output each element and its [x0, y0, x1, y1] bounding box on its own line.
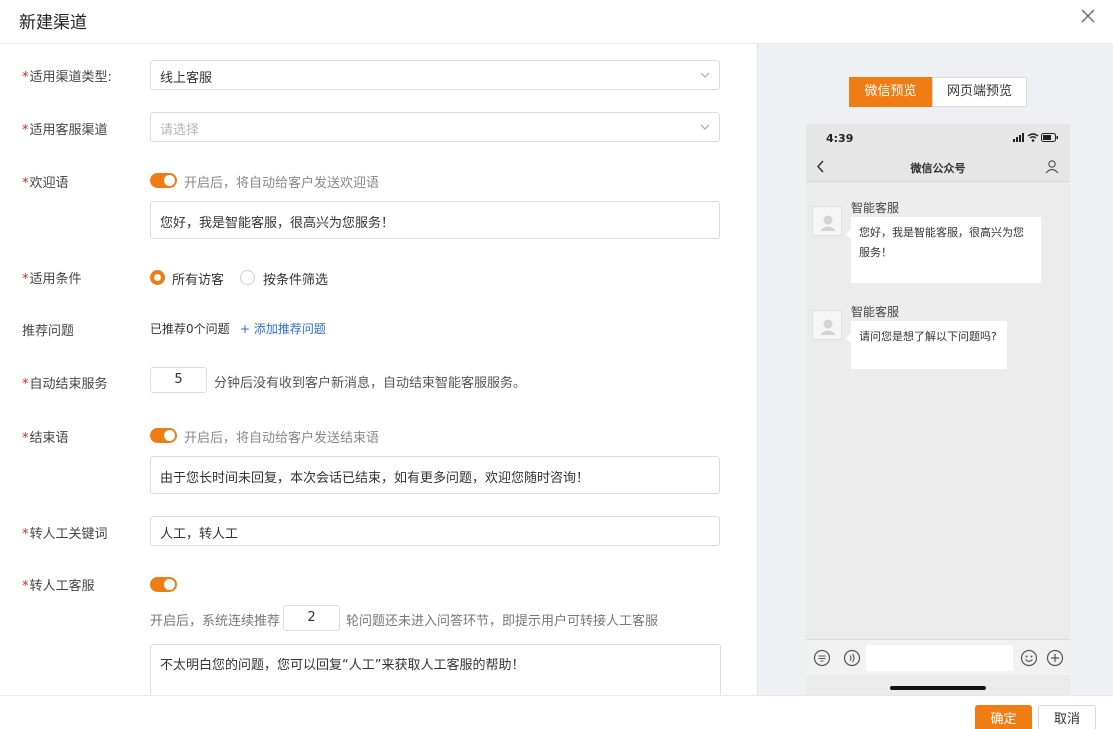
confirm-button[interactable]: 确定: [975, 705, 1032, 729]
person-icon[interactable]: [1045, 159, 1059, 174]
recommend-label: 推荐问题: [22, 324, 75, 339]
phone-nav-bar: 微信公众号: [806, 152, 1070, 182]
auto-end-minutes-input[interactable]: 5: [150, 367, 207, 393]
cancel-button[interactable]: 取消: [1038, 705, 1096, 729]
phone-time: 4:39: [826, 132, 854, 145]
welcome-value: 您好，我是智能客服，很高兴为您服务！: [160, 216, 395, 231]
transfer-agent-prefix: 开启后，系统连续推荐: [150, 614, 281, 629]
phone-mockup: 4:39 微信公众号 智能客服 您好，我是智能客服，很高兴为您 服务！ 智能客服…: [806, 124, 1070, 695]
message-sender: 智能客服: [851, 305, 900, 319]
menu-icon[interactable]: [813, 649, 831, 667]
phone-input-bar: [806, 639, 1070, 675]
dialog-footer: 确定 取消: [0, 695, 1113, 729]
transfer-agent-suffix: 轮问题还未进入问答环节，即提示用户可转接人工客服: [346, 614, 659, 629]
phone-status-bar: 4:39: [806, 124, 1070, 152]
bot-avatar: [812, 206, 842, 236]
service-channel-placeholder: 请选择: [160, 123, 200, 138]
welcome-toggle[interactable]: [150, 173, 177, 188]
transfer-agent-label: *转人工客服: [22, 579, 95, 594]
robot-avatar-icon: [820, 215, 836, 231]
transfer-agent-toggle[interactable]: [150, 577, 177, 592]
closing-input[interactable]: 由于您长时间未回复，本次会话已结束，如有更多问题，欢迎您随时咨询！: [150, 456, 720, 494]
tab-web-preview[interactable]: 网页端预览: [932, 77, 1027, 107]
transfer-message-value: 不太明白您的问题，您可以回复“人工”来获取人工客服的帮助！: [160, 658, 525, 673]
transfer-rounds-input[interactable]: 2: [283, 605, 340, 631]
chevron-down-icon: [700, 124, 710, 130]
auto-end-suffix: 分钟后没有收到客户新消息，自动结束智能客服服务。: [214, 376, 527, 391]
service-channel-label: *适用客服渠道: [22, 123, 108, 138]
channel-type-select[interactable]: 线上客服: [150, 60, 720, 90]
channel-type-label: *适用渠道类型:: [22, 70, 112, 85]
auto-end-label: *自动结束服务: [22, 377, 108, 392]
home-indicator: [890, 686, 986, 690]
welcome-hint: 开启后，将自动给客户发送欢迎语: [184, 176, 380, 191]
closing-value: 由于您长时间未回复，本次会话已结束，如有更多问题，欢迎您随时咨询！: [160, 471, 590, 486]
radio-all-visitors[interactable]: [150, 270, 165, 285]
chevron-down-icon: [700, 72, 710, 78]
signal-icon: [1013, 133, 1024, 142]
service-channel-select[interactable]: 请选择: [150, 112, 720, 142]
condition-label: *适用条件: [22, 272, 82, 287]
radio-all-visitors-label: 所有访客: [172, 273, 225, 288]
preview-panel: 微信预览 网页端预览 4:39 微信公众号 智能客服 您好，我是智能客服，很高兴…: [757, 44, 1113, 695]
transfer-message-textarea[interactable]: 不太明白您的问题，您可以回复“人工”来获取人工客服的帮助！: [150, 644, 721, 695]
plus-icon[interactable]: [1046, 649, 1064, 667]
channel-form: *适用渠道类型: 线上客服 *适用客服渠道 请选择 *欢迎语 开启后，将自动给客…: [0, 44, 757, 695]
welcome-label: *欢迎语: [22, 176, 69, 191]
tab-wechat-preview[interactable]: 微信预览: [849, 77, 932, 107]
dialog-header: 新建渠道: [0, 0, 1113, 44]
welcome-input[interactable]: 您好，我是智能客服，很高兴为您服务！: [150, 201, 720, 239]
close-icon[interactable]: [1079, 7, 1097, 25]
transfer-keywords-value: 人工，转人工: [160, 527, 239, 542]
message-text-line: 您好，我是智能客服，很高兴为您: [859, 226, 1024, 239]
closing-hint: 开启后，将自动给客户发送结束语: [184, 431, 380, 446]
bot-avatar: [812, 310, 842, 340]
transfer-keywords-label: *转人工关键词: [22, 527, 108, 542]
phone-nav-title: 微信公众号: [910, 162, 966, 175]
message-text-line: 请问您是想了解以下问题吗?: [859, 330, 997, 343]
transfer-keywords-input[interactable]: 人工，转人工: [150, 516, 720, 546]
preview-tabs: 微信预览 网页端预览: [849, 77, 1027, 107]
recommend-status: 已推荐0个问题: [150, 322, 230, 336]
closing-label: *结束语: [22, 431, 69, 446]
robot-avatar-icon: [820, 319, 836, 335]
dialog-title: 新建渠道: [19, 13, 87, 33]
phone-message-input[interactable]: [866, 645, 1013, 671]
channel-type-value: 线上客服: [160, 71, 213, 86]
message-bubble: 请问您是想了解以下问题吗?: [846, 321, 1007, 369]
add-recommend-link[interactable]: + 添加推荐问题: [240, 320, 326, 337]
wifi-icon: [1027, 133, 1039, 142]
closing-toggle[interactable]: [150, 428, 177, 443]
radio-filter-conditions[interactable]: [240, 270, 255, 285]
message-bubble: 您好，我是智能客服，很高兴为您 服务！: [846, 217, 1041, 283]
battery-icon: [1041, 133, 1058, 142]
voice-icon[interactable]: [843, 649, 861, 667]
emoji-icon[interactable]: [1020, 649, 1038, 667]
message-text-line: 服务！: [859, 246, 892, 259]
radio-filter-conditions-label: 按条件筛选: [263, 273, 329, 288]
message-sender: 智能客服: [851, 201, 900, 215]
